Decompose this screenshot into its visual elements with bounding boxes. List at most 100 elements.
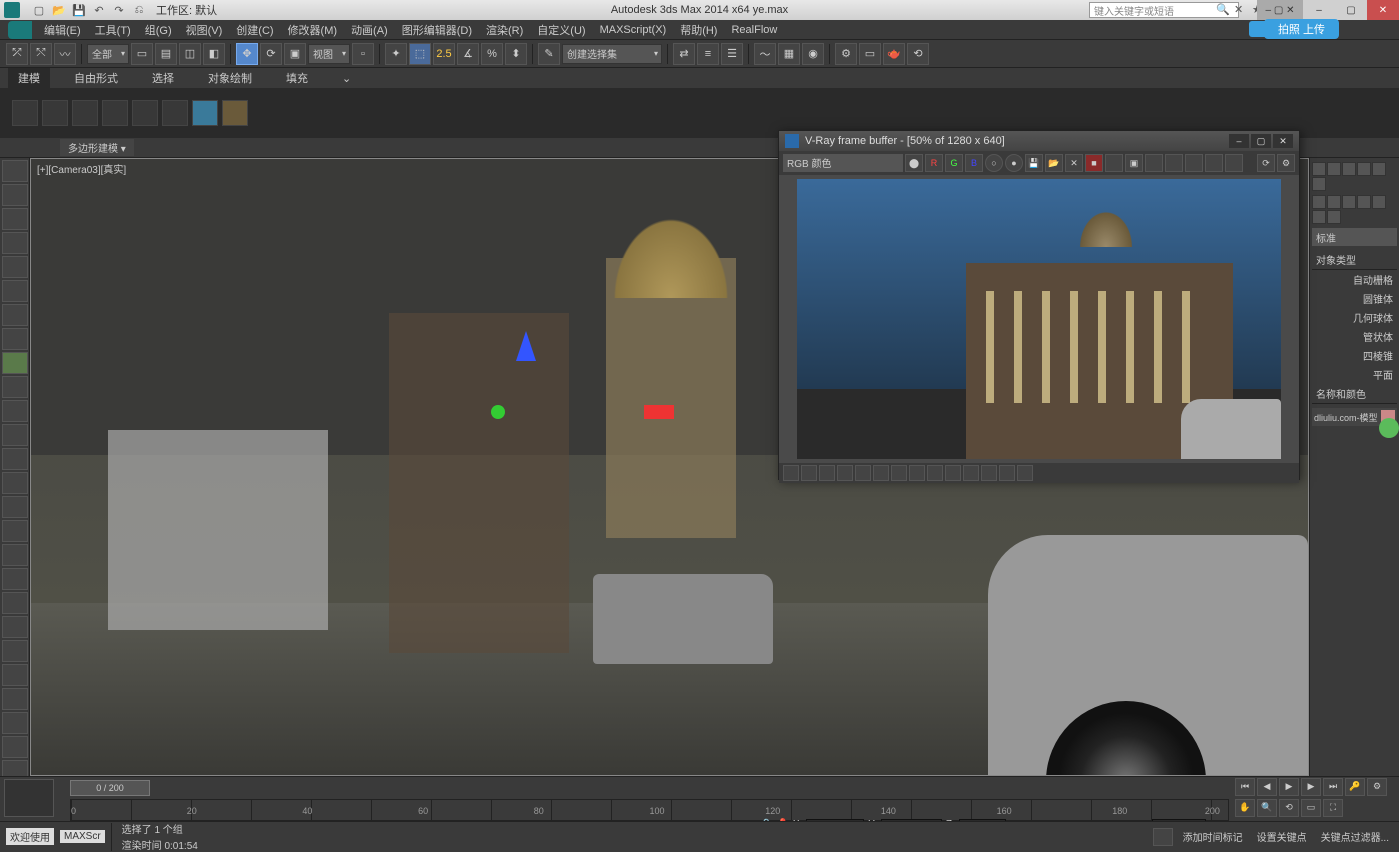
- child-window-controls[interactable]: – ▢ ✕: [1257, 0, 1303, 20]
- vfb-tool-icon[interactable]: [1165, 154, 1183, 172]
- select-link-icon[interactable]: ⤱: [6, 43, 28, 65]
- select-object-icon[interactable]: ▭: [131, 43, 153, 65]
- vfb-bottom-tool[interactable]: [963, 465, 979, 481]
- menu-help[interactable]: 帮助(H): [674, 20, 723, 40]
- vray-frame-buffer-window[interactable]: V-Ray frame buffer - [50% of 1280 x 640]…: [778, 130, 1300, 480]
- create-cone-button[interactable]: 圆锥体: [1312, 289, 1397, 308]
- vfb-green-channel[interactable]: G: [945, 154, 963, 172]
- left-tool[interactable]: [2, 568, 28, 590]
- menu-create[interactable]: 创建(C): [230, 20, 279, 40]
- vfb-settings-icon[interactable]: ⚙: [1277, 154, 1295, 172]
- time-slider[interactable]: 0 / 200: [0, 779, 1399, 797]
- left-tool[interactable]: [2, 496, 28, 518]
- render-setup-icon[interactable]: ⚙: [835, 43, 857, 65]
- gizmo-z-axis-icon[interactable]: [516, 331, 536, 361]
- vfb-bottom-tool[interactable]: [1017, 465, 1033, 481]
- pivot-center-icon[interactable]: ▫: [352, 43, 374, 65]
- vfb-titlebar[interactable]: V-Ray frame buffer - [50% of 1280 x 640]…: [779, 131, 1299, 151]
- set-key-button[interactable]: 设置关键点: [1253, 829, 1311, 844]
- menu-grapheditors[interactable]: 图形编辑器(D): [396, 20, 478, 40]
- named-sel-combo[interactable]: 创建选择集: [562, 44, 662, 64]
- ribbon-tab-populate[interactable]: 填充: [276, 68, 318, 88]
- polygon-modeling-label[interactable]: 多边形建模 ▾: [60, 139, 134, 156]
- ribbon-tab-modeling[interactable]: 建模: [8, 68, 50, 88]
- undo-icon[interactable]: ↶: [92, 3, 106, 17]
- menu-edit[interactable]: 编辑(E): [38, 20, 87, 40]
- application-menu-icon[interactable]: [8, 21, 32, 39]
- render-iterative-icon[interactable]: ⟲: [907, 43, 929, 65]
- lights-icon[interactable]: [1342, 195, 1356, 209]
- left-tool[interactable]: [2, 232, 28, 254]
- vfb-bottom-tool[interactable]: [909, 465, 925, 481]
- create-subcategory-combo[interactable]: 标准: [1312, 228, 1397, 246]
- play-icon[interactable]: ▶: [1279, 778, 1299, 796]
- vfb-clear-icon[interactable]: ✕: [1065, 154, 1083, 172]
- add-time-tag[interactable]: 添加时间标记: [1179, 829, 1247, 844]
- goto-end-icon[interactable]: ⏭: [1323, 778, 1343, 796]
- modify-tab-icon[interactable]: [1327, 162, 1341, 176]
- maximize-button[interactable]: ▢: [1335, 0, 1367, 20]
- select-rect-icon[interactable]: ◫: [179, 43, 201, 65]
- ribbon-button[interactable]: [132, 100, 158, 126]
- vfb-tool-icon[interactable]: [1205, 154, 1223, 172]
- prev-frame-icon[interactable]: ◀: [1257, 778, 1277, 796]
- vfb-history-icon[interactable]: ⟳: [1257, 154, 1275, 172]
- menu-customize[interactable]: 自定义(U): [531, 20, 591, 40]
- left-tool[interactable]: [2, 376, 28, 398]
- vfb-alpha-icon[interactable]: ○: [985, 154, 1003, 172]
- nav-maximize-icon[interactable]: ⛶: [1323, 799, 1343, 817]
- vfb-tool-icon[interactable]: [1105, 154, 1123, 172]
- ribbon-button[interactable]: [102, 100, 128, 126]
- left-tool[interactable]: [2, 160, 28, 182]
- link-icon[interactable]: ⎌: [132, 3, 146, 17]
- save-icon[interactable]: 💾: [72, 3, 86, 17]
- material-editor-icon[interactable]: ◉: [802, 43, 824, 65]
- vfb-mono-icon[interactable]: ●: [1005, 154, 1023, 172]
- time-slider-handle[interactable]: 0 / 200: [70, 780, 150, 796]
- left-tool[interactable]: [2, 328, 28, 350]
- systems-icon[interactable]: [1327, 210, 1341, 224]
- create-pyramid-button[interactable]: 四棱锥: [1312, 346, 1397, 365]
- vfb-globe-icon[interactable]: ⬤: [905, 154, 923, 172]
- vfb-bottom-tool[interactable]: [801, 465, 817, 481]
- hierarchy-tab-icon[interactable]: [1342, 162, 1356, 176]
- upload-button[interactable]: 拍照 上传: [1264, 19, 1339, 39]
- cameras-icon[interactable]: [1357, 195, 1371, 209]
- open-icon[interactable]: 📂: [52, 3, 66, 17]
- selection-filter-combo[interactable]: 全部: [87, 44, 129, 64]
- left-tool[interactable]: [2, 520, 28, 542]
- render-icon[interactable]: 🫖: [883, 43, 905, 65]
- align-icon[interactable]: ≡: [697, 43, 719, 65]
- left-tool[interactable]: [2, 208, 28, 230]
- percent-snap-icon[interactable]: %: [481, 43, 503, 65]
- left-tool[interactable]: [2, 736, 28, 758]
- vfb-tool-icon[interactable]: [1145, 154, 1163, 172]
- left-tool[interactable]: [2, 352, 28, 374]
- vfb-red-channel[interactable]: R: [925, 154, 943, 172]
- angle-snap-icon[interactable]: ∡: [457, 43, 479, 65]
- menu-tools[interactable]: 工具(T): [89, 20, 137, 40]
- utilities-tab-icon[interactable]: [1312, 177, 1326, 191]
- create-plane-button[interactable]: 平面: [1312, 365, 1397, 384]
- ribbon-button[interactable]: [42, 100, 68, 126]
- nav-fov-icon[interactable]: ▭: [1301, 799, 1321, 817]
- script-icon[interactable]: [1153, 828, 1173, 846]
- search-icon[interactable]: 🔍: [1216, 3, 1230, 17]
- ribbon-tab-freeform[interactable]: 自由形式: [64, 68, 128, 88]
- left-tool[interactable]: [2, 448, 28, 470]
- schematic-icon[interactable]: ▦: [778, 43, 800, 65]
- left-tool[interactable]: [2, 760, 28, 776]
- select-move-icon[interactable]: ✥: [236, 43, 258, 65]
- ribbon-expand-icon[interactable]: ⌄: [332, 70, 361, 87]
- left-tool[interactable]: [2, 184, 28, 206]
- left-tool[interactable]: [2, 400, 28, 422]
- menu-views[interactable]: 视图(V): [180, 20, 229, 40]
- vfb-bottom-tool[interactable]: [891, 465, 907, 481]
- vfb-close-button[interactable]: ✕: [1273, 134, 1293, 148]
- ribbon-tab-objectpaint[interactable]: 对象绘制: [198, 68, 262, 88]
- menu-group[interactable]: 组(G): [139, 20, 178, 40]
- time-config-icon[interactable]: ⚙: [1367, 778, 1387, 796]
- nav-zoom-icon[interactable]: 🔍: [1257, 799, 1277, 817]
- vfb-region-icon[interactable]: ▣: [1125, 154, 1143, 172]
- spinner-snap-icon[interactable]: ⬍: [505, 43, 527, 65]
